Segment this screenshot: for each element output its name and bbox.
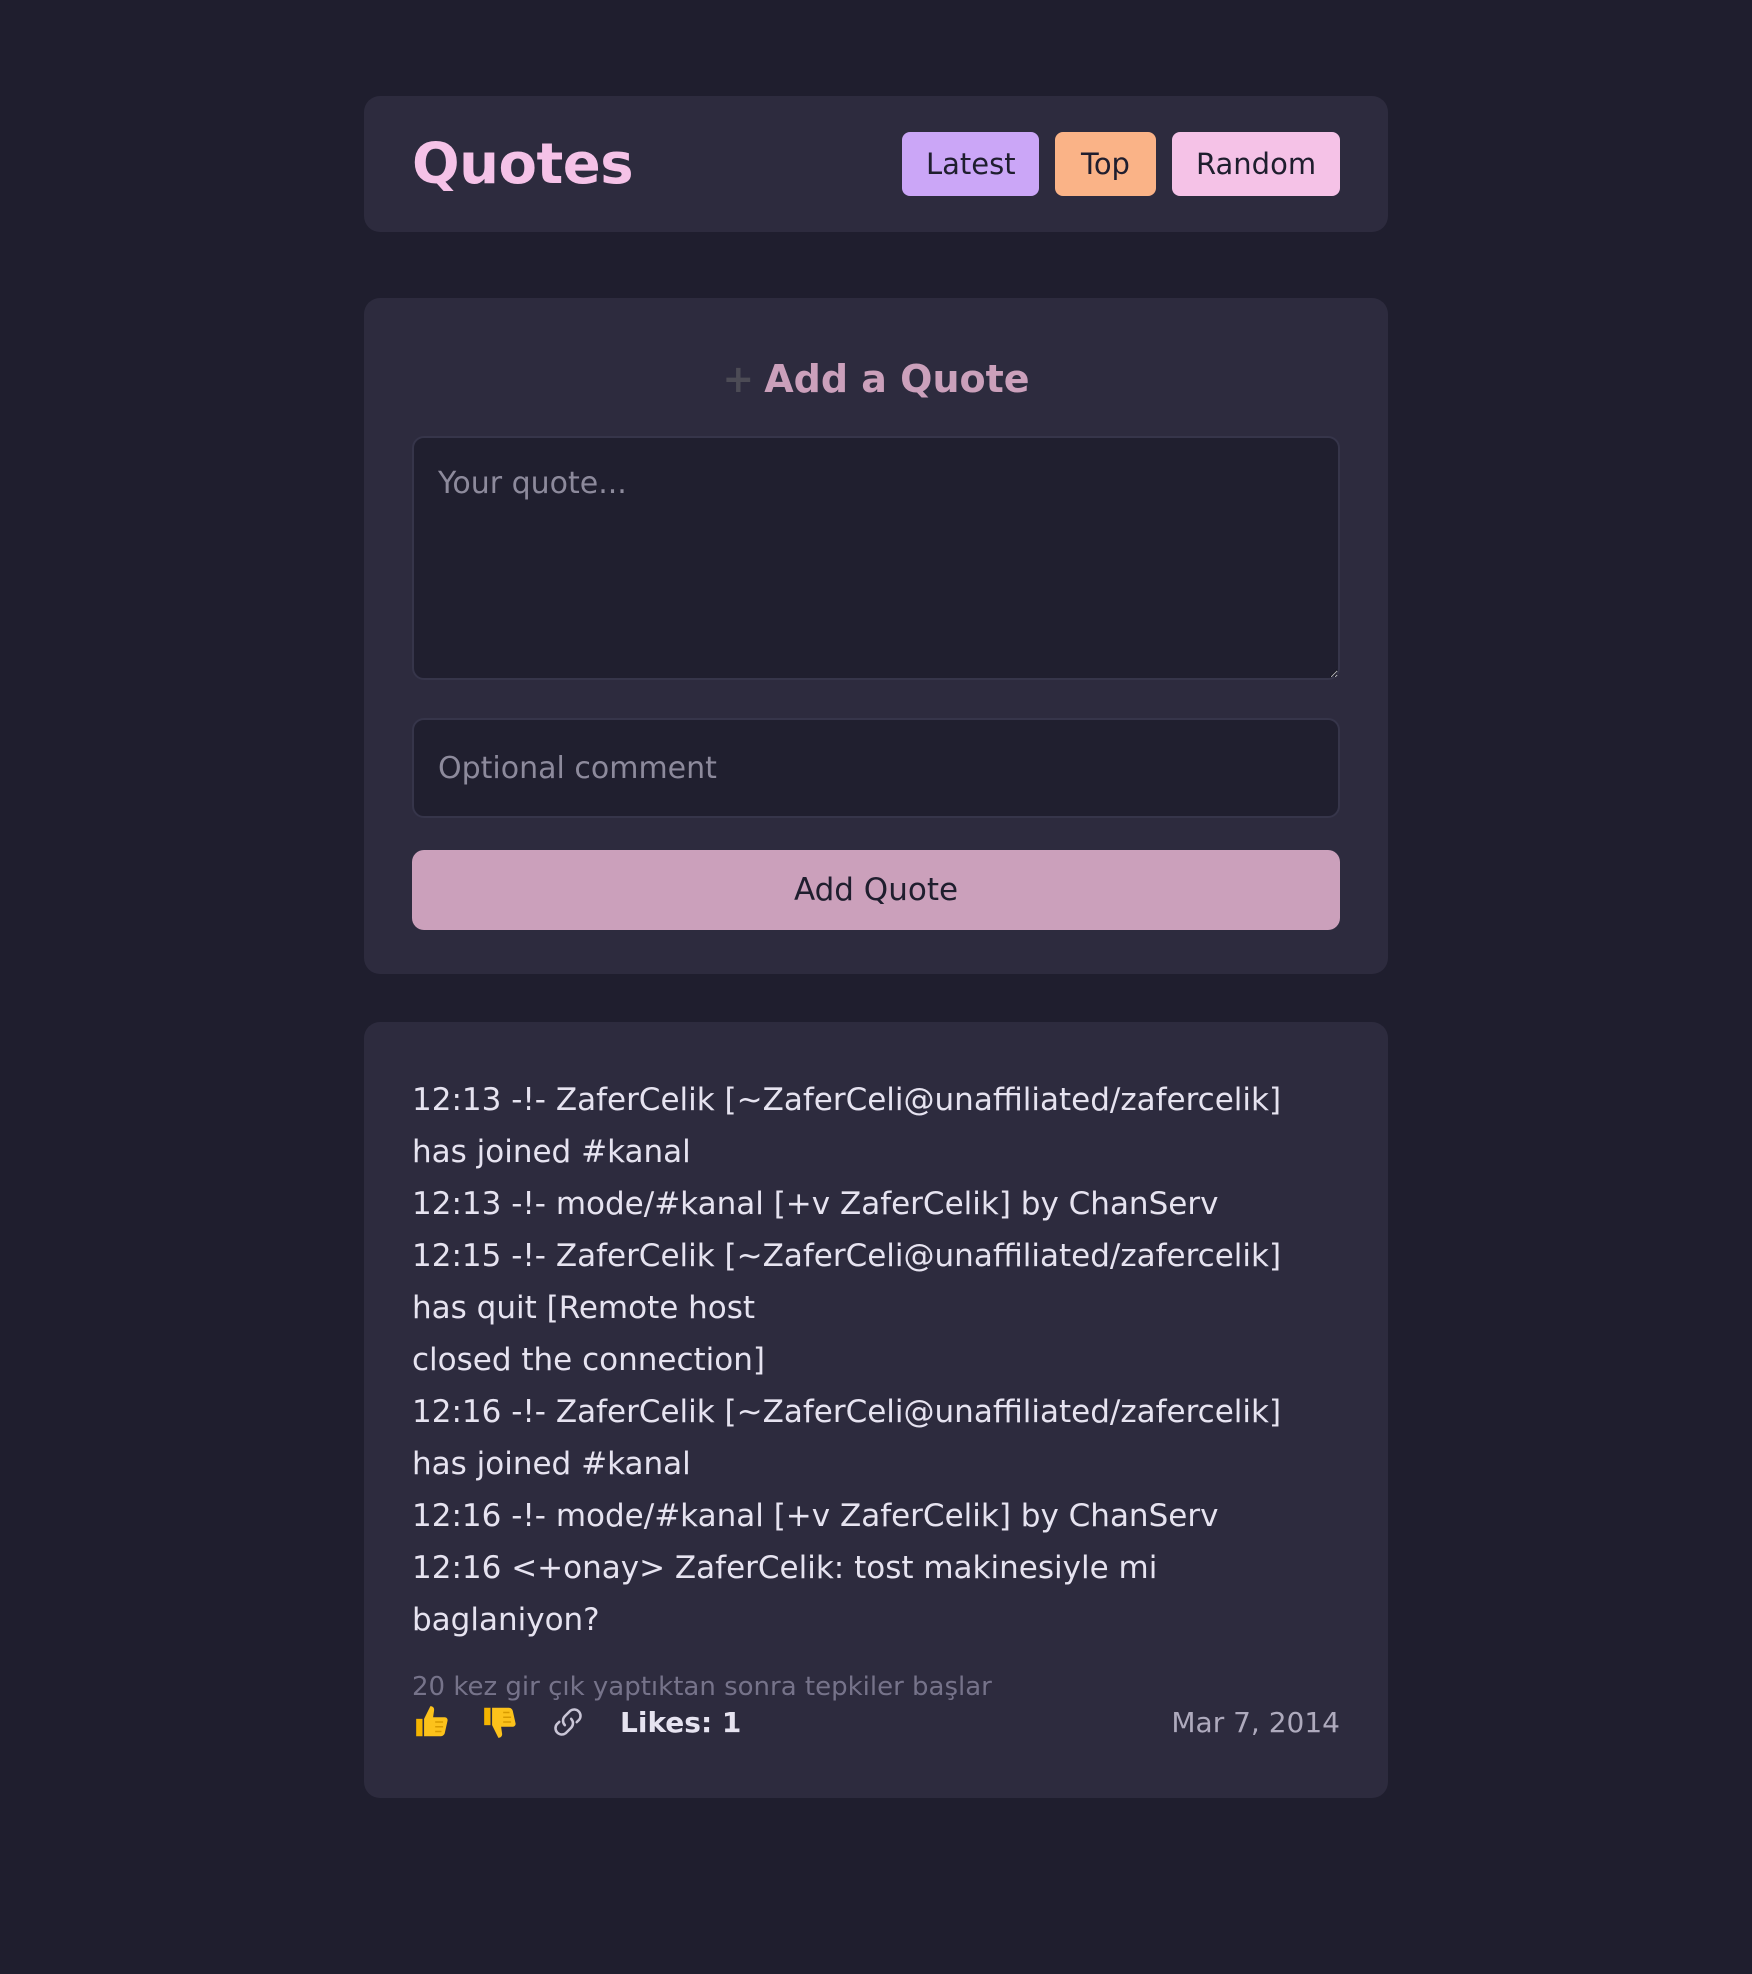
quote-line: 12:16 <+onay> ZaferCelik: tost makinesiy…: [412, 1550, 1168, 1638]
top-button[interactable]: Top: [1055, 132, 1156, 196]
quote-comment: 20 kez gir çık yaptıktan sonra tepkiler …: [412, 1672, 992, 1702]
thumbs-down-icon[interactable]: [480, 1702, 520, 1742]
quote-line: 12:16 -!- ZaferCelik [~ZaferCeli@unaffil…: [412, 1394, 1291, 1482]
add-quote-card: +Add a Quote Add Quote: [364, 298, 1388, 974]
comment-input[interactable]: [412, 718, 1340, 818]
quote-card: 12:13 -!- ZaferCelik [~ZaferCeli@unaffil…: [364, 1022, 1388, 1798]
quote-actions: Likes: 1: [412, 1702, 741, 1742]
nav-buttons: Latest Top Random: [902, 132, 1340, 196]
quote-line: 12:15 -!- ZaferCelik [~ZaferCeli@unaffil…: [412, 1238, 1291, 1326]
plus-icon: +: [722, 357, 755, 401]
quote-date: Mar 7, 2014: [1171, 1705, 1340, 1739]
link-icon[interactable]: [548, 1702, 588, 1742]
header-bar: Quotes Latest Top Random: [364, 96, 1388, 232]
add-quote-heading: + Add a Quote: [412, 350, 1340, 408]
quote-textarea[interactable]: [412, 436, 1340, 680]
likes-count: Likes: 1: [620, 1705, 742, 1739]
latest-button[interactable]: Latest: [902, 132, 1039, 196]
quote-line: 12:13 -!- ZaferCelik [~ZaferCeli@unaffil…: [412, 1082, 1291, 1170]
page: Quotes Latest Top Random +Add a Quote Ad…: [364, 96, 1388, 1798]
quote-footer: Likes: 1 Mar 7, 2014: [412, 1702, 1340, 1742]
page-title: Quotes: [412, 131, 634, 197]
quote-line: 12:13 -!- mode/#kanal [+v ZaferCelik] by…: [412, 1186, 1219, 1222]
add-quote-title: Add a Quote: [764, 357, 1030, 401]
thumbs-up-icon[interactable]: [412, 1702, 452, 1742]
quote-text: 12:13 -!- ZaferCelik [~ZaferCeli@unaffil…: [412, 1074, 1340, 1646]
quote-line: 12:16 -!- mode/#kanal [+v ZaferCelik] by…: [412, 1498, 1219, 1534]
random-button[interactable]: Random: [1172, 132, 1340, 196]
quote-line: closed the connection]: [412, 1342, 766, 1378]
add-quote-button[interactable]: Add Quote: [412, 850, 1340, 930]
